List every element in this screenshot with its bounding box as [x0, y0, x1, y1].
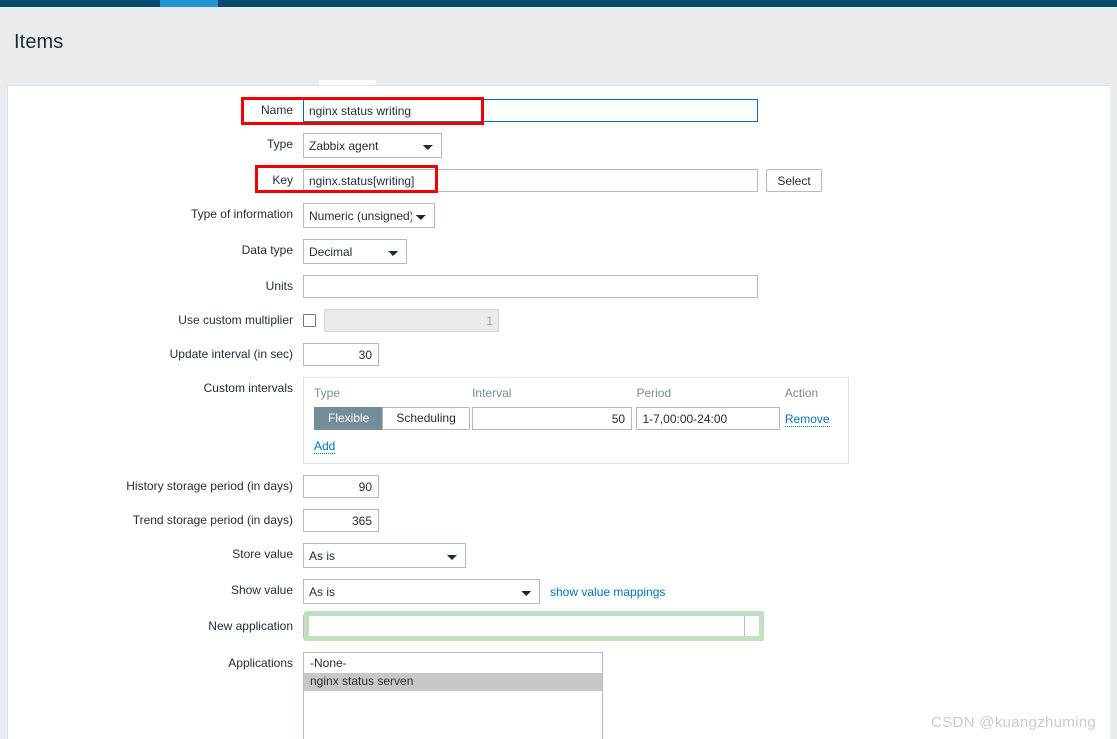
interval-action-cell: Remove: [784, 407, 838, 430]
interval-input[interactable]: [472, 407, 633, 430]
new-application-input[interactable]: [303, 615, 745, 638]
form-row-type: Type Zabbix agent: [8, 133, 1110, 158]
list-item[interactable]: -None-: [304, 655, 602, 673]
form-row-use-custom-multiplier: Use custom multiplier: [8, 309, 1110, 332]
form-row-history-storage-period: History storage period (in days): [8, 475, 1110, 498]
custom-intervals-label: Custom intervals: [203, 381, 293, 395]
remove-interval-link[interactable]: Remove: [784, 411, 830, 427]
data-type-label: Data type: [241, 243, 293, 257]
history-storage-period-input[interactable]: [303, 475, 379, 498]
form-row-custom-intervals: Custom intervals Type Interval Period Ac…: [8, 377, 1110, 464]
interval-type-radioset[interactable]: Flexible Scheduling: [314, 407, 470, 430]
update-interval-label: Update interval (in sec): [169, 347, 293, 361]
page-title: Items: [14, 31, 64, 54]
watermark: CSDN @kuangzhuming: [931, 714, 1096, 731]
column-header-action: Action: [784, 386, 819, 400]
form-row-trend-storage-period: Trend storage period (in days): [8, 509, 1110, 532]
list-item[interactable]: nginx status serven: [304, 673, 602, 691]
interval-value-cell: [472, 407, 636, 430]
units-input[interactable]: [303, 275, 758, 298]
use-custom-multiplier-label: Use custom multiplier: [178, 313, 293, 327]
type-select[interactable]: Zabbix agent: [303, 133, 442, 158]
interval-type-flexible-option[interactable]: Flexible: [314, 407, 383, 430]
interval-type-cell: Flexible Scheduling: [314, 407, 472, 430]
custom-multiplier-input[interactable]: [324, 309, 499, 332]
form-row-update-interval: Update interval (in sec): [8, 343, 1110, 366]
form-row-new-application: New application: [8, 615, 1110, 638]
applications-label: Applications: [228, 656, 293, 670]
store-value-label: Store value: [232, 547, 293, 561]
trend-storage-period-input[interactable]: [303, 509, 379, 532]
type-of-information-select[interactable]: Numeric (unsigned): [303, 203, 435, 228]
interval-period-cell: [636, 407, 784, 430]
form-row-name: Name: [8, 99, 1110, 122]
form-row-type-of-information: Type of information Numeric (unsigned): [8, 203, 1110, 228]
top-navigation-bar: [0, 0, 1117, 7]
item-configuration-form: Name Type Zabbix agent Key Select Type: [8, 86, 1110, 739]
item-form-panel: Name Type Zabbix agent Key Select Type: [7, 85, 1110, 739]
use-custom-multiplier-checkbox[interactable]: [303, 314, 316, 327]
history-storage-period-label: History storage period (in days): [126, 479, 293, 493]
key-select-button[interactable]: Select: [766, 169, 822, 192]
show-value-mappings-link[interactable]: show value mappings: [550, 585, 665, 599]
top-bar-active-indicator: [160, 0, 218, 7]
data-type-select[interactable]: Decimal: [303, 239, 407, 264]
form-row-units: Units: [8, 275, 1110, 298]
column-header-type: Type: [314, 386, 341, 400]
form-row-key: Key Select: [8, 169, 1110, 192]
add-interval-wrapper: Add: [314, 430, 838, 454]
custom-intervals-panel: Type Interval Period Action Flexible Sch…: [303, 377, 849, 464]
form-row-data-type: Data type Decimal: [8, 239, 1110, 264]
interval-type-scheduling-option[interactable]: Scheduling: [382, 407, 470, 430]
show-value-select[interactable]: As is: [303, 579, 540, 604]
name-input[interactable]: [303, 99, 758, 122]
units-label: Units: [265, 279, 293, 293]
table-row: Flexible Scheduling 50 1-7,00:00-24:00 R…: [314, 407, 838, 430]
column-header-period: Period: [636, 386, 672, 400]
period-input[interactable]: [636, 407, 781, 430]
key-input[interactable]: [303, 169, 758, 192]
column-header-interval: Interval: [472, 386, 512, 400]
custom-intervals-table: Type Interval Period Action Flexible Sch…: [314, 386, 838, 430]
type-label: Type: [266, 137, 293, 151]
form-row-store-value: Store value As is: [8, 543, 1110, 568]
store-value-select[interactable]: As is: [303, 543, 466, 568]
show-value-label: Show value: [230, 583, 293, 597]
type-of-information-label: Type of information: [190, 207, 293, 221]
applications-listbox[interactable]: -None- nginx status serven: [303, 652, 603, 739]
new-application-label: New application: [208, 619, 293, 633]
custom-intervals-header-row: Type Interval Period Action: [314, 386, 838, 407]
trend-storage-period-label: Trend storage period (in days): [132, 513, 293, 527]
add-interval-link[interactable]: Add: [314, 439, 336, 454]
key-label: Key: [272, 173, 293, 187]
name-label: Name: [260, 103, 293, 117]
form-row-show-value: Show value As is show value mappings: [8, 579, 1110, 604]
update-interval-input[interactable]: [303, 343, 379, 366]
